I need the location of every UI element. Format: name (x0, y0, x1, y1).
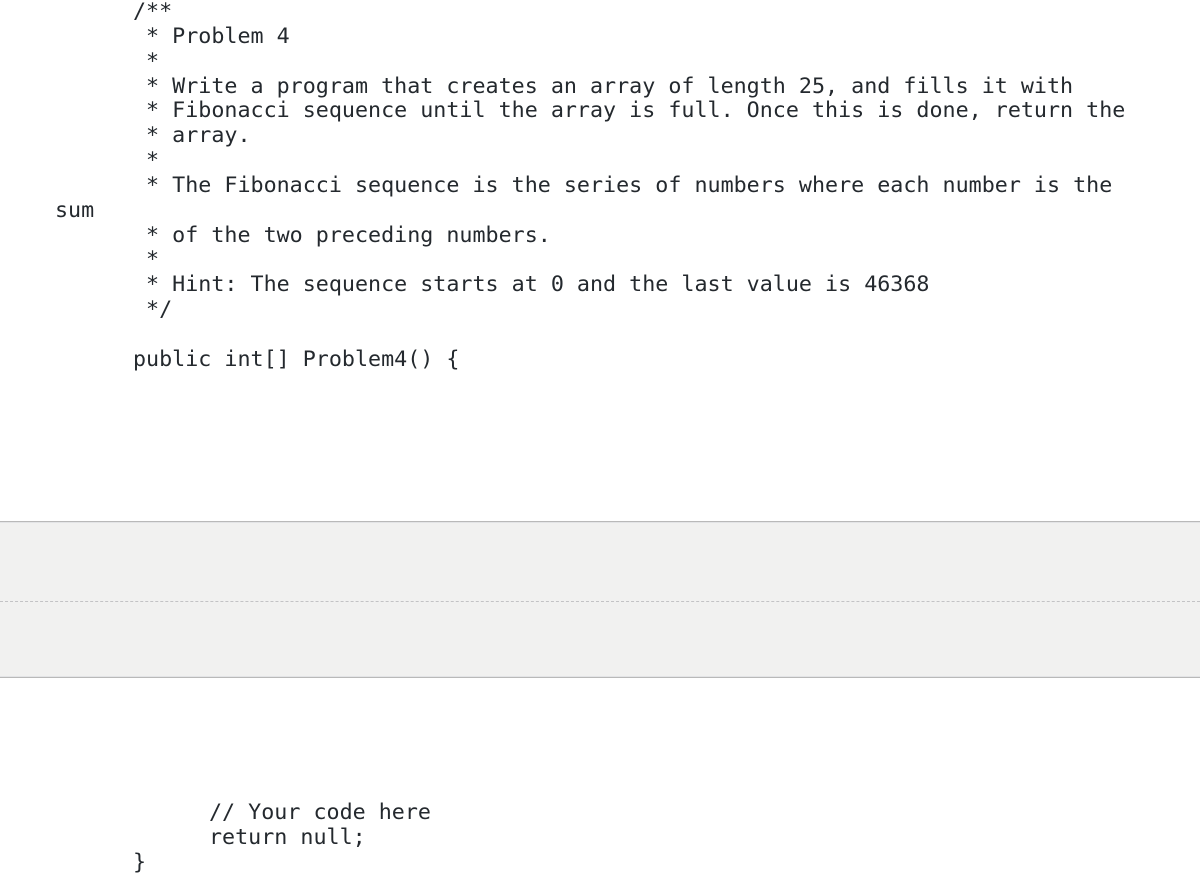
code-line: * Fibonacci sequence until the array is … (133, 98, 1126, 124)
code-line: // Your code here (209, 800, 431, 825)
code-line: public int[] Problem4() { (133, 346, 460, 372)
code-line: * Hint: The sequence starts at 0 and the… (133, 272, 930, 298)
code-line: * Problem 4 (133, 23, 290, 49)
panel-band[interactable] (0, 521, 1200, 678)
code-line: */ (133, 297, 173, 323)
code-region-bottom[interactable]: // Your code here return null; } (0, 678, 1200, 885)
code-editor-view: /** * Problem 4 * * Write a program that… (0, 0, 1200, 885)
code-region-spacer (0, 678, 1200, 801)
code-line: * (133, 148, 160, 174)
code-line-wrapped: sum (55, 197, 95, 223)
code-line: * (133, 48, 160, 74)
code-line: * array. (133, 123, 251, 149)
code-line: /** (133, 0, 173, 24)
panel-section-lower[interactable] (0, 602, 1200, 677)
code-line: * (133, 247, 160, 273)
code-line: * of the two preceding numbers. (133, 222, 551, 248)
code-region-top[interactable]: /** * Problem 4 * * Write a program that… (0, 0, 1200, 521)
code-line: return null; (209, 824, 366, 850)
panel-section-upper[interactable] (0, 522, 1200, 601)
code-line: } (133, 849, 147, 875)
code-line: * Write a program that creates an array … (133, 73, 1074, 99)
code-line: * The Fibonacci sequence is the series o… (133, 172, 1113, 198)
